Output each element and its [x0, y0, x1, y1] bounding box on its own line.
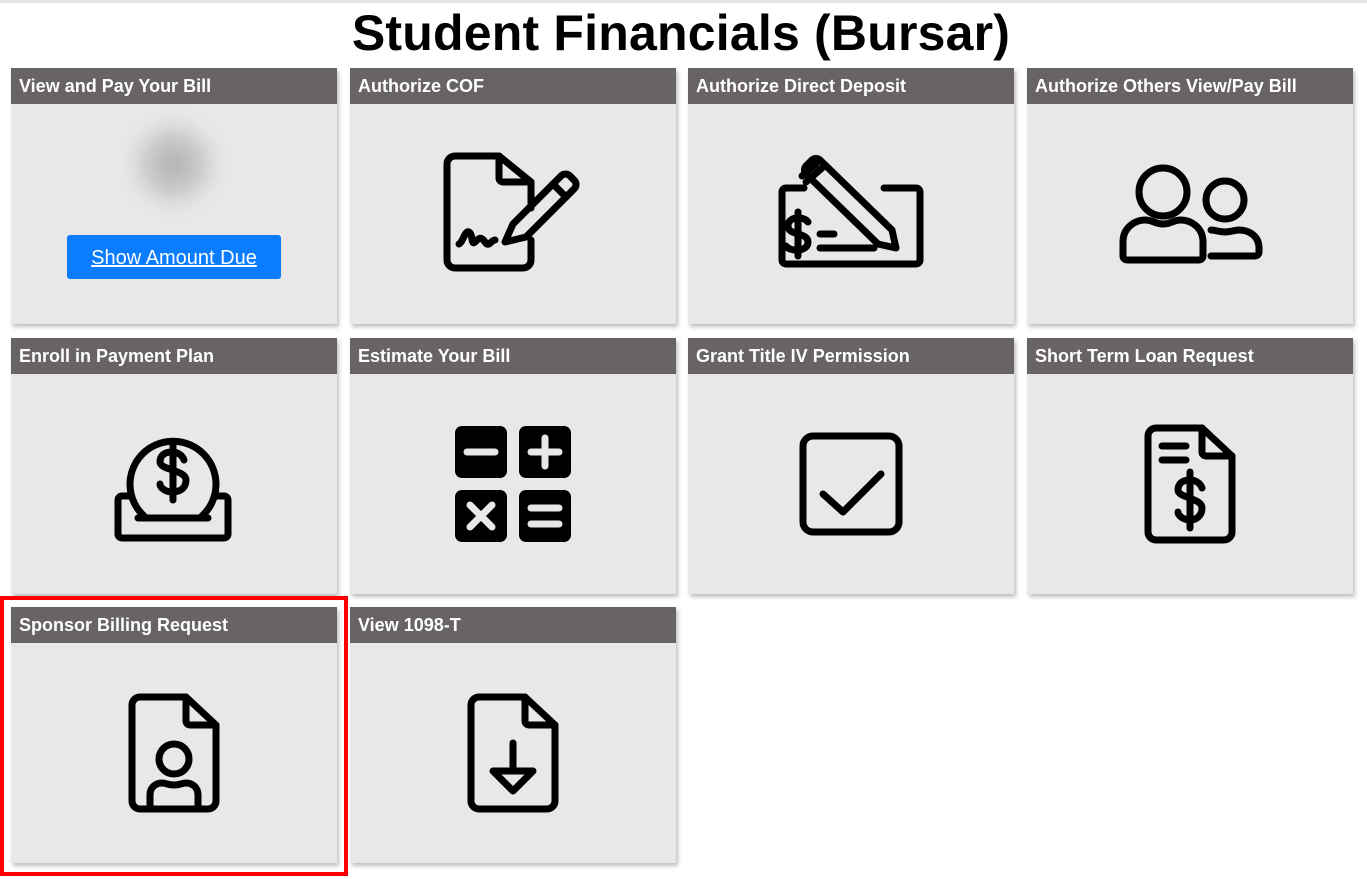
tile-view-and-pay-bill[interactable]: View and Pay Your Bill Show Amount Due: [11, 68, 337, 324]
tile-header: Short Term Loan Request: [1027, 338, 1353, 374]
calculator-icon: [455, 426, 571, 542]
check-pencil-icon: [778, 155, 924, 268]
document-signature-icon: [443, 152, 580, 272]
coin-deposit-icon: [114, 437, 232, 542]
checkbox-checked-icon: [799, 432, 903, 536]
document-download-icon: [467, 693, 559, 813]
tile-short-term-loan[interactable]: Short Term Loan Request: [1027, 338, 1353, 594]
tile-estimate-bill[interactable]: Estimate Your Bill: [350, 338, 676, 594]
tile-header: View 1098-T: [350, 607, 676, 643]
tile-header: Authorize Direct Deposit: [688, 68, 1014, 104]
document-person-icon: [128, 693, 220, 813]
tile-header: Authorize COF: [350, 68, 676, 104]
tile-header: Sponsor Billing Request: [11, 607, 337, 643]
tile-authorize-cof[interactable]: Authorize COF: [350, 68, 676, 324]
tile-view-1098t[interactable]: View 1098-T: [350, 607, 676, 863]
page-title: Student Financials (Bursar): [351, 5, 1011, 61]
document-dollar-icon: [1144, 424, 1236, 544]
top-bar: [0, 0, 1367, 3]
tile-header: View and Pay Your Bill: [11, 68, 337, 104]
tile-enroll-payment-plan[interactable]: Enroll in Payment Plan: [11, 338, 337, 594]
tile-grant-title-iv[interactable]: Grant Title IV Permission: [688, 338, 1014, 594]
tile-header: Enroll in Payment Plan: [11, 338, 337, 374]
tile-header: Grant Title IV Permission: [688, 338, 1014, 374]
tile-authorize-direct-deposit[interactable]: Authorize Direct Deposit: [688, 68, 1014, 324]
show-amount-due-button[interactable]: Show Amount Due: [67, 235, 281, 279]
blurred-amount: [128, 118, 220, 210]
tile-authorize-others[interactable]: Authorize Others View/Pay Bill: [1027, 68, 1353, 324]
tile-sponsor-billing-request[interactable]: Sponsor Billing Request: [11, 607, 337, 863]
users-icon: [1119, 164, 1263, 264]
tile-header: Authorize Others View/Pay Bill: [1027, 68, 1353, 104]
tile-header: Estimate Your Bill: [350, 338, 676, 374]
